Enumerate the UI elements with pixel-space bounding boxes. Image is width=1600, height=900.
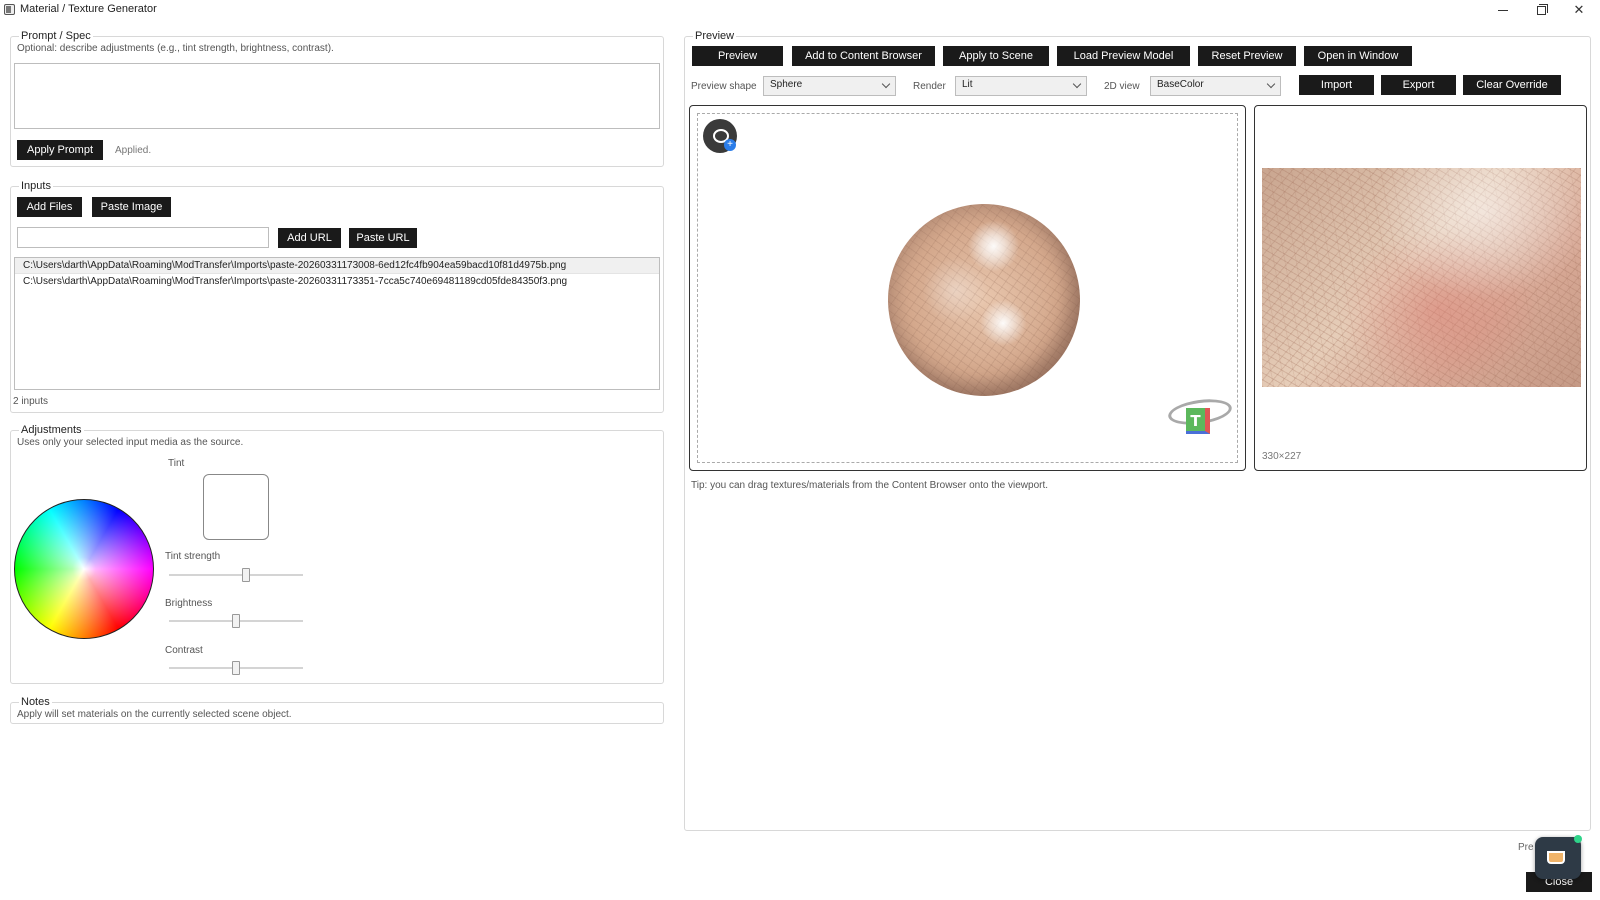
- notes-group: Notes Apply will set materials on the cu…: [10, 696, 664, 724]
- inputs-count: 2 inputs: [13, 396, 49, 407]
- brightness-slider[interactable]: [169, 614, 303, 628]
- slider-thumb[interactable]: [242, 568, 251, 582]
- texture-preview-image: [1262, 168, 1581, 387]
- prompt-spec-title: Prompt / Spec: [19, 30, 93, 42]
- chevron-down-icon: [1266, 79, 1276, 89]
- import-button[interactable]: Import: [1299, 75, 1374, 95]
- add-to-content-browser-button[interactable]: Add to Content Browser: [792, 46, 935, 66]
- brightness-label: Brightness: [165, 598, 213, 609]
- clear-override-button[interactable]: Clear Override: [1463, 75, 1561, 95]
- app-icon: [4, 4, 15, 15]
- render-select[interactable]: Lit: [955, 76, 1087, 96]
- coffee-cup-icon[interactable]: [1535, 835, 1582, 879]
- tint-label: Tint: [168, 458, 185, 469]
- render-value: Lit: [962, 79, 973, 90]
- contrast-slider[interactable]: [169, 661, 303, 675]
- maximize-button[interactable]: [1521, 0, 1561, 20]
- notes-title: Notes: [19, 696, 52, 708]
- 3d-viewport[interactable]: T: [689, 105, 1246, 471]
- export-button[interactable]: Export: [1381, 75, 1456, 95]
- orientation-gizmo-icon[interactable]: T: [1166, 394, 1234, 450]
- adjustments-title: Adjustments: [19, 424, 84, 436]
- chevron-down-icon: [881, 79, 891, 89]
- tint-strength-label: Tint strength: [165, 551, 221, 562]
- chevron-down-icon: [1072, 79, 1082, 89]
- add-files-button[interactable]: Add Files: [17, 197, 82, 217]
- color-wheel[interactable]: [14, 499, 154, 639]
- minimize-button[interactable]: [1483, 0, 1523, 20]
- footer-prev-text: Pre: [1518, 842, 1534, 853]
- slider-thumb[interactable]: [232, 661, 240, 675]
- inputs-group: Inputs Add Files Paste Image Add URL Pas…: [10, 180, 664, 413]
- apply-prompt-button[interactable]: Apply Prompt: [17, 140, 103, 160]
- notes-text: Apply will set materials on the currentl…: [17, 709, 292, 720]
- slider-thumb[interactable]: [232, 614, 240, 628]
- preview-tip: Tip: you can drag textures/materials fro…: [691, 480, 1049, 491]
- add-url-button[interactable]: Add URL: [278, 228, 341, 248]
- reset-preview-button[interactable]: Reset Preview: [1198, 46, 1296, 66]
- title-bar: Material / Texture Generator ✕: [0, 0, 1600, 20]
- view2d-label: 2D view: [1104, 81, 1140, 92]
- prompt-spec-hint: Optional: describe adjustments (e.g., ti…: [17, 43, 334, 54]
- preview-button[interactable]: Preview: [692, 46, 783, 66]
- inputs-title: Inputs: [19, 180, 53, 192]
- apply-to-scene-button[interactable]: Apply to Scene: [943, 46, 1049, 66]
- load-preview-model-button[interactable]: Load Preview Model: [1057, 46, 1190, 66]
- contrast-label: Contrast: [165, 645, 203, 656]
- window-title: Material / Texture Generator: [20, 3, 157, 15]
- restore-icon: [1536, 3, 1548, 15]
- preview-shape-select[interactable]: Sphere: [763, 76, 896, 96]
- slider-track: [169, 574, 303, 576]
- close-icon: ✕: [1573, 2, 1585, 17]
- tint-swatch[interactable]: [203, 474, 269, 540]
- preview-title: Preview: [693, 30, 737, 42]
- view2d-value: BaseColor: [1157, 79, 1204, 90]
- url-input[interactable]: [17, 227, 269, 248]
- close-window-button[interactable]: ✕: [1559, 0, 1599, 20]
- camera-add-icon[interactable]: [703, 119, 737, 153]
- view2d-select[interactable]: BaseColor: [1150, 76, 1281, 96]
- render-label: Render: [913, 81, 946, 92]
- open-in-window-button[interactable]: Open in Window: [1304, 46, 1412, 66]
- preview-sphere[interactable]: [888, 204, 1080, 396]
- paste-image-button[interactable]: Paste Image: [92, 197, 171, 217]
- prompt-spec-group: Prompt / Spec Optional: describe adjustm…: [10, 30, 664, 167]
- list-item[interactable]: C:\Users\darth\AppData\Roaming\ModTransf…: [15, 274, 659, 290]
- tint-strength-slider[interactable]: [169, 568, 303, 582]
- texture-2d-panel: 330×227: [1254, 105, 1587, 471]
- paste-url-button[interactable]: Paste URL: [349, 228, 417, 248]
- minimize-icon: [1498, 9, 1508, 11]
- viewport-drop-area[interactable]: T: [697, 113, 1238, 463]
- gizmo-cube: T: [1186, 408, 1210, 434]
- list-item[interactable]: C:\Users\darth\AppData\Roaming\ModTransf…: [15, 258, 659, 274]
- input-files-list[interactable]: C:\Users\darth\AppData\Roaming\ModTransf…: [14, 257, 660, 390]
- prompt-textarea[interactable]: [14, 63, 660, 129]
- cup-shape: [1547, 851, 1565, 864]
- adjustments-hint: Uses only your selected input media as t…: [17, 437, 244, 448]
- status-dot: [1574, 835, 1582, 843]
- preview-shape-label: Preview shape: [691, 81, 757, 92]
- prompt-status: Applied.: [115, 145, 152, 156]
- preview-shape-value: Sphere: [770, 79, 803, 90]
- texture-size: 330×227: [1262, 451, 1302, 462]
